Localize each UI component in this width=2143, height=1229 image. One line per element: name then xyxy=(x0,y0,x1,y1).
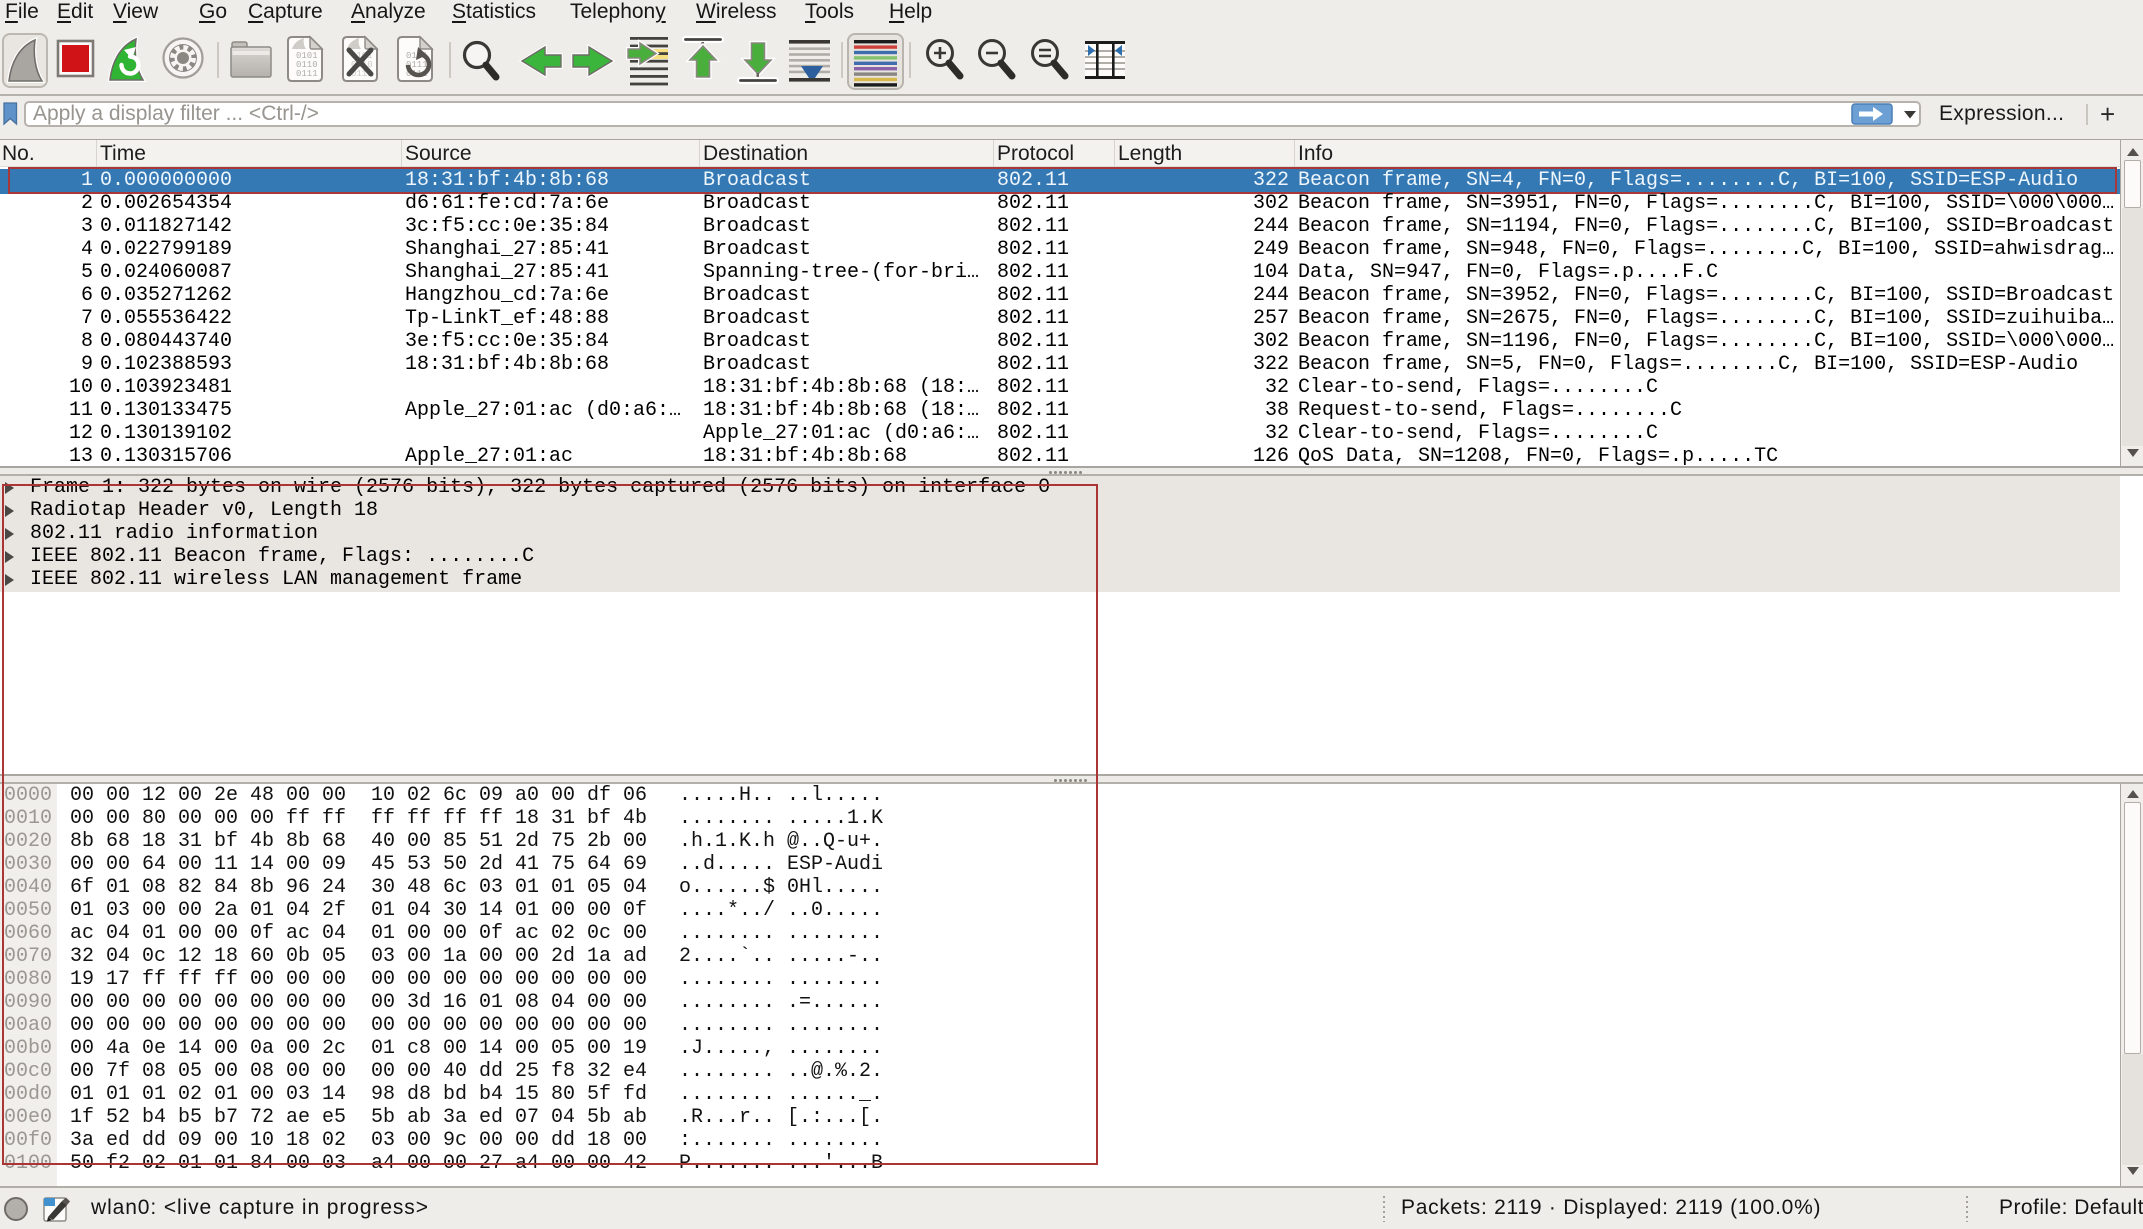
svg-text:0111: 0111 xyxy=(296,69,318,79)
